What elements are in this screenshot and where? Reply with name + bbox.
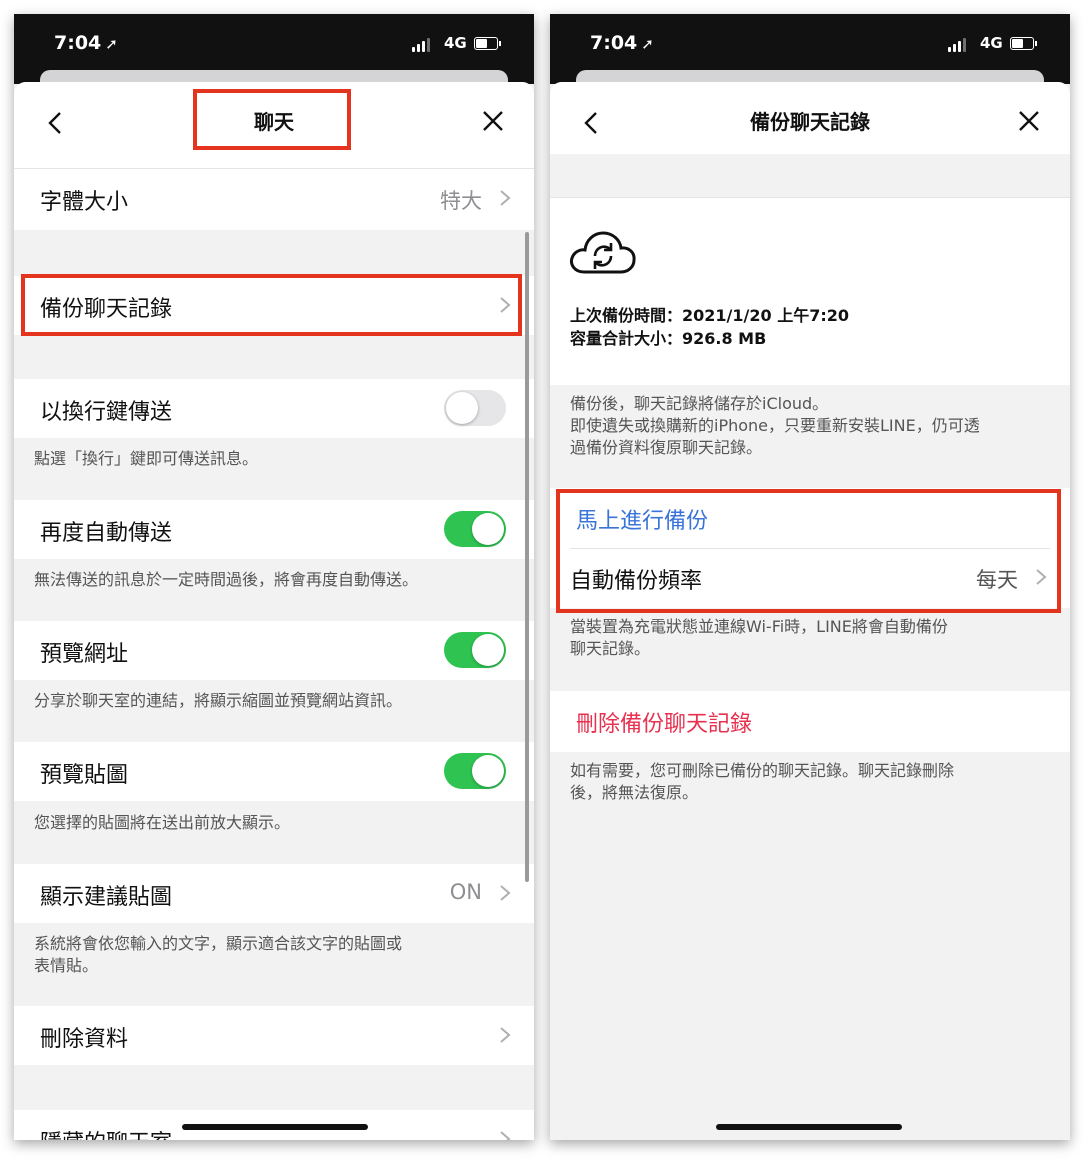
enter-send-desc: 點選「換行」鍵即可傳送訊息。 [34,449,259,468]
chevron-right-icon [500,1131,511,1140]
location-arrow-icon: ➚ [641,35,654,53]
suggest-desc-line1: 系統將會依您輸入的文字，顯示適合該文字的貼圖或 [34,934,403,953]
close-x-icon[interactable] [1014,106,1044,136]
enter-send-toggle[interactable] [444,390,506,426]
font-size-value: 特大 [440,189,482,213]
network-label: 4G [980,34,1003,52]
suggest-stickers-value: ON [449,880,482,904]
backup-info-text: 上次備份時間：2021/1/20 上午7:20 容量合計大小：926.8 MB [570,304,849,350]
sticker-preview-desc: 您選擇的貼圖將在送出前放大顯示。 [34,813,291,832]
settings-sheet: 聊天 字體大小 特大 備份聊天記錄 以換行鍵傳送 點選「換行」鍵即可傳送訊息。 … [14,82,534,1140]
suggest-stickers-label: 顯示建議貼圖 [40,885,173,910]
auto-resend-toggle[interactable] [444,511,506,547]
backup-desc-line3: 過備份資料復原聊天記錄。 [570,438,763,457]
page-title: 備份聊天記錄 [750,110,870,134]
auto-resend-label: 再度自動傳送 [40,521,173,546]
backup-desc-line1: 備份後，聊天記錄將儲存於iCloud。 [570,394,829,413]
signal-icon [412,38,432,52]
toggle-knob [472,755,504,787]
delete-backup-desc: 如有需要，您可刪除已備份的聊天記錄。聊天記錄刪除 後，將無法復原。 [570,760,954,804]
backup-info-card: 上次備份時間：2021/1/20 上午7:20 容量合計大小：926.8 MB [550,197,1070,385]
row-url-preview: 預覽網址 [14,621,534,680]
home-indicator[interactable] [716,1124,902,1130]
enter-send-label: 以換行鍵傳送 [40,400,173,425]
url-preview-desc: 分享於聊天室的連結，將顯示縮圖並預覽網站資訊。 [34,691,403,710]
last-backup-time: 上次備份時間：2021/1/20 上午7:20 [570,306,849,325]
backup-desc: 備份後，聊天記錄將儲存於iCloud。 即使遺失或換購新的iPhone，只要重新… [570,393,980,459]
row-auto-resend: 再度自動傳送 [14,500,534,559]
url-preview-toggle[interactable] [444,632,506,668]
network-label: 4G [444,34,467,52]
delete-data-label: 刪除資料 [40,1027,129,1052]
delete-backup-button[interactable]: 刪除備份聊天記錄 [550,691,1070,752]
auto-backup-desc-line2: 聊天記錄。 [570,639,651,658]
sticker-preview-toggle[interactable] [444,753,506,789]
row-delete-data[interactable]: 刪除資料 [14,1006,534,1065]
cloud-sync-icon [570,231,636,274]
auto-backup-desc: 當裝置為充電狀態並連線Wi-Fi時，LINE將會自動備份 聊天記錄。 [570,616,948,660]
url-preview-label: 預覽網址 [40,642,129,667]
suggest-stickers-desc: 系統將會依您輸入的文字，顯示適合該文字的貼圖或 表情貼。 [34,933,402,977]
row-enter-to-send: 以換行鍵傳送 [14,379,534,438]
signal-icon [948,38,968,52]
chevron-right-icon [500,190,511,206]
suggest-desc-line2: 表情貼。 [34,956,99,975]
highlight-box-backup-options [556,489,1061,613]
status-time: 7:04 ➚ [54,32,118,54]
chevron-right-icon [500,885,511,901]
hidden-chats-label: 隱藏的聊天室 [40,1125,172,1140]
row-suggest-stickers[interactable]: 顯示建議貼圖 ON [14,864,534,923]
phone-backup-chats: 7:04 ➚ 4G 備份聊天記錄 上次備份時間：2021/1/20 上午7:20 … [550,14,1070,1140]
backup-desc-line2: 即使遺失或換購新的iPhone，只要重新安裝LINE，仍可透 [570,416,980,435]
delete-desc-line1: 如有需要，您可刪除已備份的聊天記錄。聊天記錄刪除 [570,761,955,780]
highlight-box-title [193,89,351,150]
highlight-box-backup [21,274,522,336]
battery-icon [474,37,501,50]
total-size: 容量合計大小：926.8 MB [570,329,767,348]
close-x-icon[interactable] [478,106,508,136]
row-font-size[interactable]: 字體大小 特大 [14,168,534,230]
font-size-label: 字體大小 [40,190,129,215]
auto-backup-desc-line1: 當裝置為充電狀態並連線Wi-Fi時，LINE將會自動備份 [570,617,948,636]
phone-chat-settings: 7:04 ➚ 4G 聊天 字體大小 特大 備份聊天記錄 以換行鍵傳送 點選「換行」… [14,14,534,1140]
auto-resend-desc: 無法傳送的訊息於一定時間過後，將會再度自動傳送。 [34,570,419,589]
location-arrow-icon: ➚ [105,35,118,53]
row-sticker-preview: 預覽貼圖 [14,742,534,801]
home-indicator[interactable] [182,1124,368,1130]
sticker-preview-label: 預覽貼圖 [40,763,129,788]
scrollbar[interactable] [525,232,529,882]
status-time: 7:04 ➚ [590,32,654,54]
delete-backup-label: 刪除備份聊天記錄 [576,712,753,737]
delete-desc-line2: 後，將無法復原。 [570,783,699,802]
toggle-knob [446,392,478,424]
chevron-right-icon [500,1027,511,1043]
nav-bar: 備份聊天記錄 [550,82,1070,154]
battery-icon [1010,37,1037,50]
toggle-knob [472,634,504,666]
toggle-knob [472,513,504,545]
